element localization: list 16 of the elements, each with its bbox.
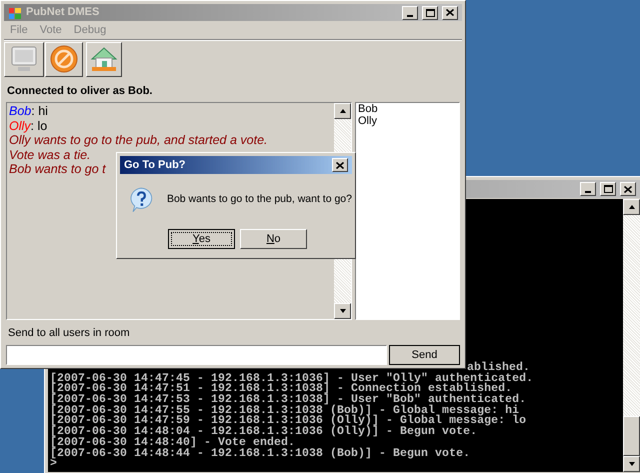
- console-line: [2007-06-30 14:47:53 - 192.168.1.3:1038] - User "Bob" authenticated.: [50, 395, 526, 406]
- event-message: Vote was a tie.: [9, 148, 91, 162]
- window-title: Go To Pub?: [124, 158, 186, 173]
- send-label: Send to all users in room: [8, 326, 131, 341]
- dialog-message: Bob wants to go to the pub, want to go?: [166, 192, 352, 208]
- console-line: [2007-06-30 14:48:44 - 192.168.1.3:1038 (Bob)] - Begun vote.: [50, 448, 470, 460]
- event-message: Bob wants to go t: [9, 162, 106, 177]
- chat-message: Olly: lo: [9, 118, 48, 134]
- console-line: ablished.: [467, 362, 530, 374]
- event-message: Olly wants to go to the pub, and started a vote.: [9, 133, 268, 148]
- connection-status: Connected to oliver as Bob.: [7, 84, 154, 99]
- console-line: >: [50, 459, 58, 470]
- window-title: PubNet DMES: [26, 5, 100, 20]
- console-line: [2007-06-30 14:48:40] - Vote ended.: [50, 438, 296, 449]
- console-line: [2007-06-30 14:48:04 - 192.168.1.3:1036 (Olly)] - Begun vote.: [50, 427, 478, 438]
- chat-message: Bob: hi: [9, 104, 49, 119]
